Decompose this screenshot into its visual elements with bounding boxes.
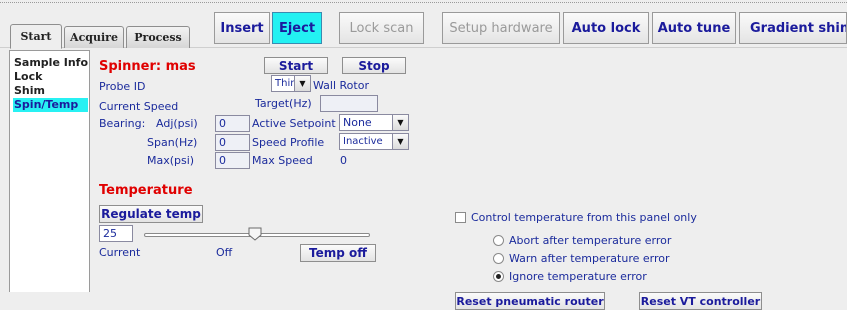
- reset-vt-controller-button[interactable]: Reset VT controller: [639, 292, 762, 310]
- sidebar-item-spin-temp[interactable]: Spin/Temp: [13, 98, 88, 112]
- slider-thumb[interactable]: [248, 227, 262, 241]
- spinner-title: Spinner: mas: [99, 59, 196, 74]
- active-setpoint-label: Active Setpoint: [252, 117, 336, 130]
- max-speed-label: Max Speed: [252, 154, 313, 167]
- spinner-start-button[interactable]: Start: [264, 57, 328, 74]
- sidebar-item-sample-info[interactable]: Sample Info: [13, 56, 88, 70]
- ignore-label: Ignore temperature error: [509, 270, 647, 283]
- probe-select[interactable]: Thin ▼: [271, 75, 311, 92]
- temperature-slider[interactable]: [144, 227, 370, 242]
- control-temperature-label: Control temperature from this panel only: [471, 211, 697, 224]
- abort-radio[interactable]: [493, 235, 504, 246]
- sidebar: Sample Info Lock Shim Spin/Temp: [9, 50, 90, 292]
- lock-scan-button[interactable]: Lock scan: [339, 12, 424, 44]
- chevron-down-icon: ▼: [392, 134, 408, 149]
- eject-button[interactable]: Eject: [272, 12, 322, 44]
- spin-temp-panel: Spinner: mas Start Stop Probe ID Thin ▼ …: [90, 50, 847, 310]
- temp-off-button[interactable]: Temp off: [300, 244, 376, 262]
- max-psi-label: Max(psi): [147, 154, 195, 167]
- ignore-radio[interactable]: [493, 271, 504, 282]
- span-hz-field[interactable]: 0: [215, 134, 250, 151]
- top-dotted-divider: [0, 2, 847, 3]
- off-label: Off: [216, 246, 233, 259]
- control-temperature-checkbox[interactable]: [455, 212, 466, 223]
- adj-psi-field[interactable]: 0: [215, 115, 250, 132]
- tab-acquire[interactable]: Acquire: [64, 26, 124, 48]
- speed-profile-label: Speed Profile: [252, 136, 325, 149]
- abort-label: Abort after temperature error: [509, 234, 672, 247]
- setup-hardware-button[interactable]: Setup hardware: [442, 12, 560, 44]
- probe-id-label: Probe ID: [99, 80, 146, 93]
- auto-lock-button[interactable]: Auto lock: [563, 12, 649, 44]
- chevron-down-icon: ▼: [294, 76, 310, 91]
- warn-radio[interactable]: [493, 253, 504, 264]
- active-setpoint-select[interactable]: None ▼: [339, 114, 409, 131]
- max-psi-field[interactable]: 0: [215, 152, 250, 169]
- speed-profile-value: Inactive: [343, 136, 383, 147]
- temperature-title: Temperature: [99, 183, 193, 198]
- reset-pneumatic-router-button[interactable]: Reset pneumatic router: [455, 292, 605, 310]
- tab-start[interactable]: Start: [10, 24, 62, 49]
- adj-psi-label: Adj(psi): [156, 117, 198, 130]
- auto-tune-button[interactable]: Auto tune: [652, 12, 736, 44]
- warn-label: Warn after temperature error: [509, 252, 670, 265]
- current-speed-label: Current Speed: [99, 100, 179, 113]
- sidebar-item-shim[interactable]: Shim: [13, 84, 88, 98]
- target-label: Target(Hz): [255, 97, 312, 110]
- gradient-shim-button[interactable]: Gradient shim: [739, 12, 847, 44]
- sidebar-item-lock[interactable]: Lock: [13, 70, 88, 84]
- tab-process[interactable]: Process: [126, 26, 190, 48]
- speed-profile-select[interactable]: Inactive ▼: [339, 133, 409, 150]
- spinner-stop-button[interactable]: Stop: [342, 57, 406, 74]
- span-hz-label: Span(Hz): [147, 136, 198, 149]
- rotor-label: Wall Rotor: [313, 79, 369, 92]
- bearing-label: Bearing:: [99, 117, 146, 130]
- chevron-down-icon: ▼: [392, 115, 408, 130]
- regulate-temp-button[interactable]: Regulate temp: [99, 205, 203, 223]
- max-speed-value: 0: [340, 154, 347, 167]
- insert-button[interactable]: Insert: [214, 12, 270, 44]
- active-setpoint-value: None: [343, 116, 372, 129]
- current-label: Current: [99, 246, 141, 259]
- temperature-value-field[interactable]: 25: [99, 225, 133, 242]
- target-hz-field[interactable]: [320, 95, 378, 112]
